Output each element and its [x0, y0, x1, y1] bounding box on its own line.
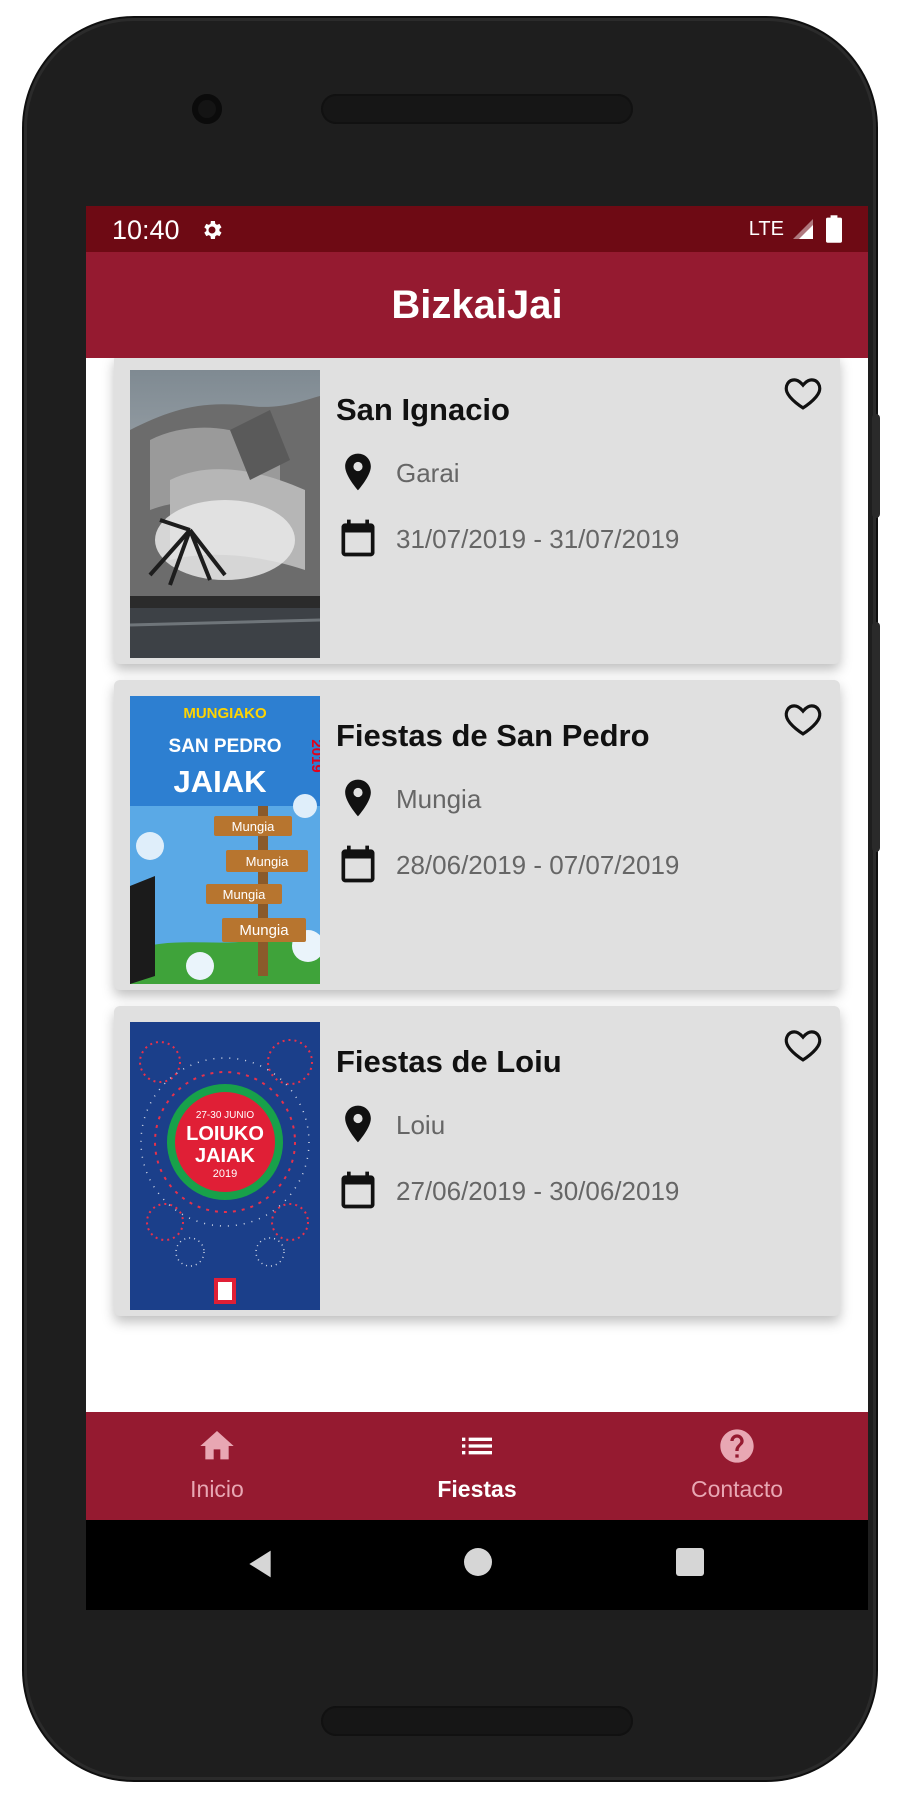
top-speaker [321, 94, 633, 124]
event-location: Mungia [396, 784, 482, 814]
calendar-icon [341, 1171, 375, 1209]
status-time: 10:40 [112, 215, 180, 245]
event-card[interactable]: 27-30 JUNIO LOIUKO JAIAK 2019 Fiestas de… [114, 1006, 840, 1316]
app-title: BizkaiJai [391, 283, 563, 327]
nav-inicio[interactable]: Inicio [87, 1412, 347, 1520]
nav-label-inicio: Inicio [190, 1476, 244, 1502]
favorite-heart-icon[interactable] [782, 1024, 824, 1066]
front-camera [192, 94, 222, 124]
event-card[interactable]: MUNGIAKO SAN PEDRO JAIAK 2019 Mungia Mun… [114, 680, 840, 990]
poster-line-1: LOIUKO [186, 1123, 264, 1145]
bottom-navigation: Inicio Fiestas Contacto [86, 1412, 868, 1520]
event-dates: 31/07/2019 - 31/07/2019 [396, 524, 680, 554]
location-pin-icon [345, 779, 371, 817]
help-icon [720, 1429, 754, 1463]
event-location: Loiu [396, 1110, 446, 1140]
event-poster-san-pedro: MUNGIAKO SAN PEDRO JAIAK 2019 Mungia Mun… [130, 696, 320, 984]
event-title: San Ignacio [336, 392, 510, 427]
home-icon [200, 1431, 234, 1460]
favorite-heart-icon[interactable] [782, 698, 824, 740]
event-card[interactable]: San Ignacio Garai 31/07/2019 - 31/07/201… [114, 358, 840, 664]
power-button [872, 414, 880, 518]
poster-sign-2: Mungia [246, 854, 289, 869]
event-dates: 27/06/2019 - 30/06/2019 [396, 1176, 680, 1206]
event-title: Fiestas de Loiu [336, 1044, 562, 1079]
event-image-guggenheim [130, 370, 320, 658]
settings-gear-icon [204, 221, 222, 239]
battery-icon [826, 215, 842, 243]
favorite-heart-icon[interactable] [782, 372, 824, 414]
nav-label-contacto: Contacto [690, 1476, 784, 1502]
list-icon [462, 1437, 492, 1455]
home-circle-icon[interactable] [464, 1548, 492, 1576]
nav-contacto[interactable]: Contacto [607, 1412, 867, 1520]
nav-fiestas[interactable]: Fiestas [347, 1412, 607, 1520]
calendar-icon [341, 845, 375, 883]
event-location: Garai [396, 458, 460, 488]
event-dates: 28/06/2019 - 07/07/2019 [396, 850, 680, 880]
bottom-speaker [321, 1706, 633, 1736]
volume-button [872, 622, 880, 852]
phone-frame: 10:40 LTE BizkaiJai San Ignacio Garai 31… [24, 18, 880, 1780]
poster-line-3: JAIAK [173, 764, 267, 799]
poster-year: 2019 [308, 739, 320, 772]
poster-line-1: MUNGIAKO [183, 705, 267, 722]
screen: 10:40 LTE BizkaiJai San Ignacio Garai 31… [86, 206, 868, 1610]
event-poster-loiu: 27-30 JUNIO LOIUKO JAIAK 2019 [130, 1022, 320, 1310]
location-pin-icon [345, 453, 371, 491]
calendar-icon [341, 519, 375, 557]
poster-year: 2019 [213, 1168, 237, 1180]
poster-sign-4: Mungia [239, 922, 289, 939]
system-navigation-bar [86, 1520, 868, 1610]
recent-apps-icon[interactable] [676, 1548, 704, 1576]
event-title: Fiestas de San Pedro [336, 718, 650, 753]
signal-icon [793, 219, 813, 239]
poster-line-2: JAIAK [195, 1145, 256, 1167]
poster-line-2: SAN PEDRO [169, 736, 282, 757]
location-pin-icon [345, 1105, 371, 1143]
back-icon[interactable] [244, 1548, 276, 1580]
status-bar: 10:40 LTE [86, 206, 868, 252]
nav-label-fiestas: Fiestas [437, 1476, 517, 1502]
network-type: LTE [748, 218, 784, 240]
poster-sign-1: Mungia [232, 819, 275, 834]
poster-sign-3: Mungia [223, 887, 266, 902]
poster-dates: 27-30 JUNIO [196, 1110, 255, 1121]
app-bar: BizkaiJai [86, 252, 868, 358]
